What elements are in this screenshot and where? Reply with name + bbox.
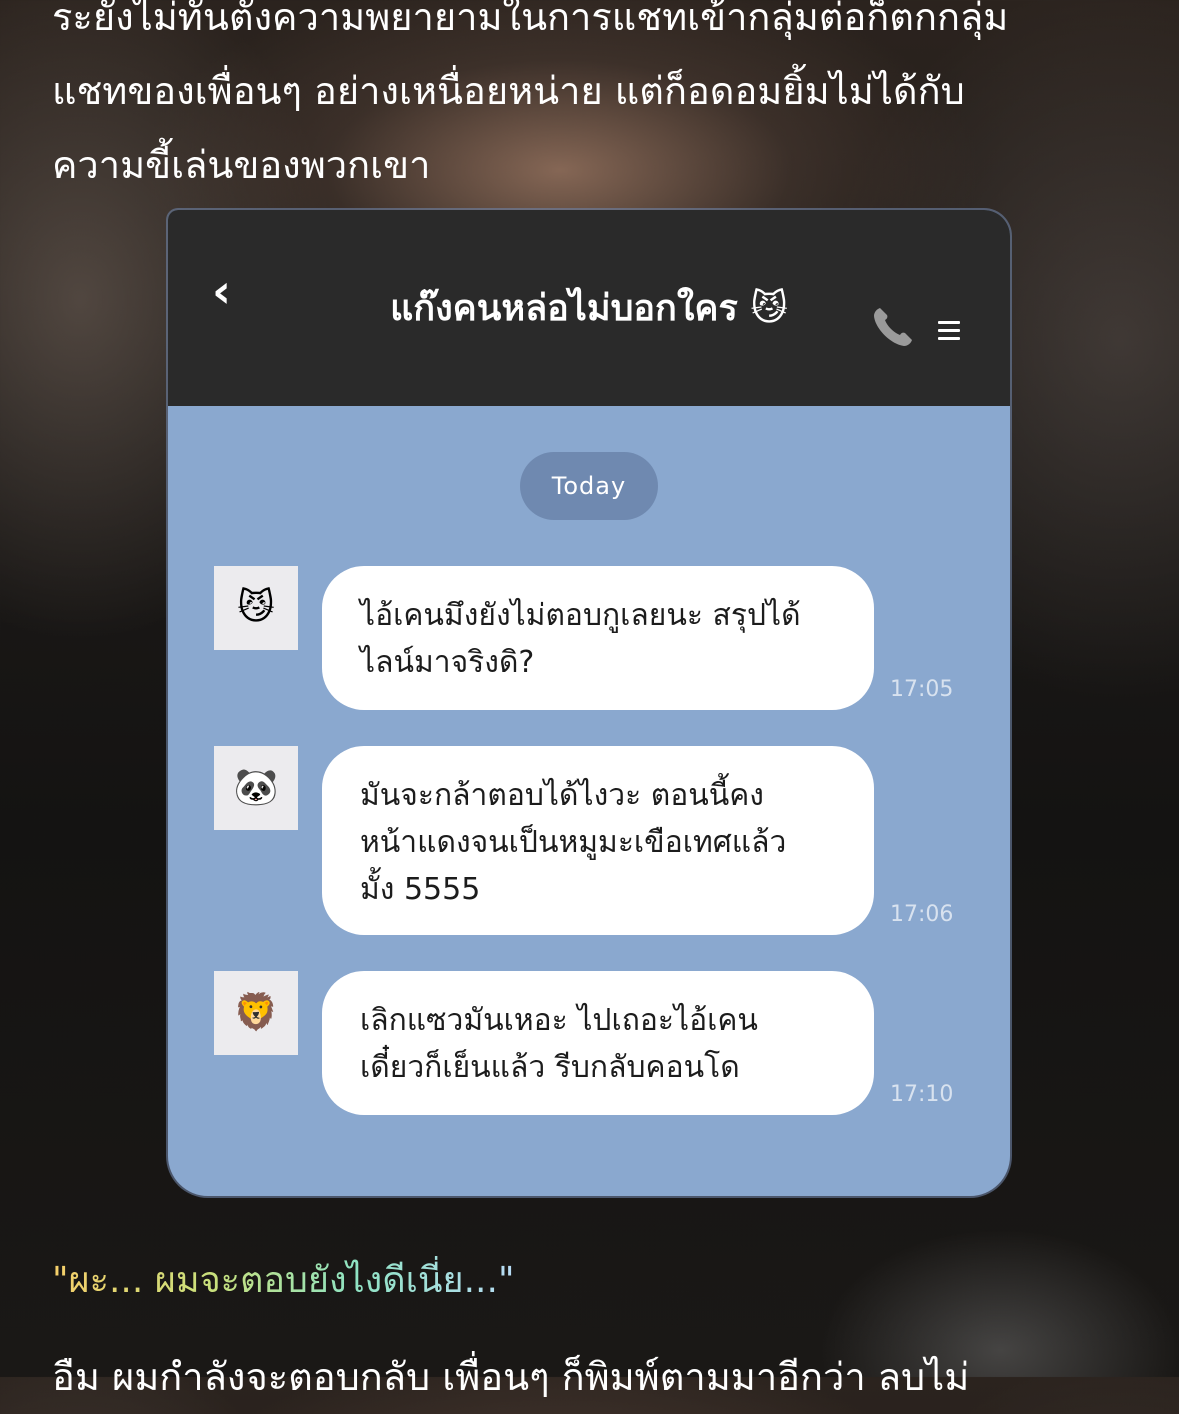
- message-time: 17:06: [890, 902, 954, 927]
- message-time: 17:10: [890, 1082, 954, 1107]
- narration-line: แชทของเพื่อนๆ อย่างเหนื่อยหน่าย แต่ก็อดอ…: [52, 69, 965, 113]
- message-line: มันจะกล้าตอบได้ไงวะ ตอนนี้คง: [360, 778, 764, 813]
- message-line: หน้าแดงจนเป็นหมูมะเขือเทศแล้ว: [360, 825, 787, 860]
- avatar[interactable]: 🦁: [214, 971, 298, 1055]
- chat-screenshot: ‹ แก๊งคนหล่อไม่บอกใคร 😼 Today 😼 ไอ้เคนมึ…: [168, 210, 1010, 1196]
- message-bubble[interactable]: เลิกแซวมันเหอะ ไปเถอะไอ้เคน เดี๋ยวก็เย็น…: [322, 971, 874, 1115]
- message-line: มั้ง 5555: [360, 872, 481, 907]
- phone-icon[interactable]: [868, 302, 918, 352]
- narration-line: ความขี้เล่นของพวกเขา: [52, 143, 431, 187]
- narration-top: ระยังไม่ทันตั้งความพยายามในการแชทเข้ากลุ…: [52, 0, 1142, 202]
- panda-face-icon: 🐼: [233, 767, 279, 808]
- avatar[interactable]: 🐼: [214, 746, 298, 830]
- hamburger-menu-icon[interactable]: [938, 321, 960, 341]
- message-line: เลิกแซวมันเหอะ ไปเถอะไอ้เคน: [360, 1003, 758, 1038]
- message-line: ไลน์มาจริงดิ?: [360, 645, 535, 680]
- narration-bottom: อืม ผมกำลังจะตอบกลับ เพื่อนๆ ก็พิมพ์ตามม…: [52, 1355, 970, 1399]
- narration-line: ระยังไม่ทันตั้งความพยายามในการแชทเข้ากลุ…: [52, 0, 1009, 39]
- lion-face-icon: 🦁: [233, 992, 279, 1033]
- chat-header: ‹ แก๊งคนหล่อไม่บอกใคร 😼: [168, 210, 1010, 406]
- message-line: ไอ้เคนมึงยังไม่ตอบกูเลยนะ สรุปได้: [360, 598, 801, 633]
- dialogue-quote: "ผะ... ผมจะตอบยังไงดีเนี่ย...": [52, 1256, 515, 1306]
- message-line: เดี๋ยวก็เย็นแล้ว รีบกลับคอนโด: [360, 1050, 740, 1085]
- message-bubble[interactable]: ไอ้เคนมึงยังไม่ตอบกูเลยนะ สรุปได้ ไลน์มา…: [322, 566, 874, 710]
- message-time: 17:05: [890, 677, 954, 702]
- message-bubble[interactable]: มันจะกล้าตอบได้ไงวะ ตอนนี้คง หน้าแดงจนเป…: [322, 746, 874, 935]
- date-separator: Today: [520, 452, 658, 520]
- cat-face-icon: 😼: [237, 587, 275, 628]
- avatar[interactable]: 😼: [214, 566, 298, 650]
